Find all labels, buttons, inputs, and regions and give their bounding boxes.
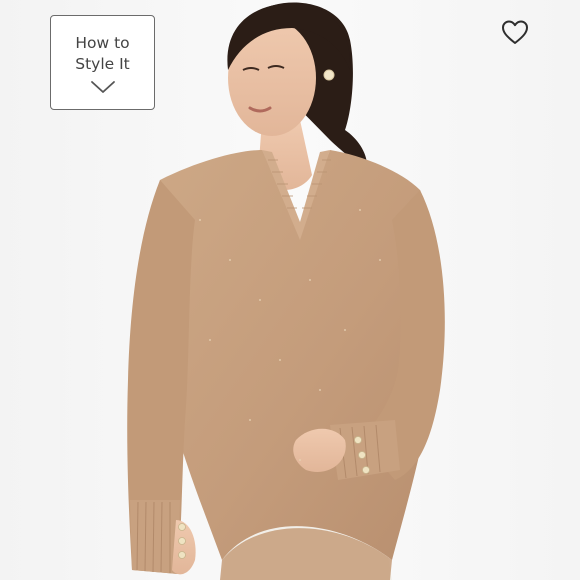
- heart-outline-icon: [502, 20, 528, 44]
- favorite-button[interactable]: [500, 18, 530, 46]
- chevron-down-icon: [90, 81, 115, 93]
- how-to-style-it-button[interactable]: How to Style It: [50, 15, 155, 110]
- how-to-style-it-label: How to Style It: [75, 34, 130, 73]
- product-image-viewer: How to Style It: [0, 0, 580, 580]
